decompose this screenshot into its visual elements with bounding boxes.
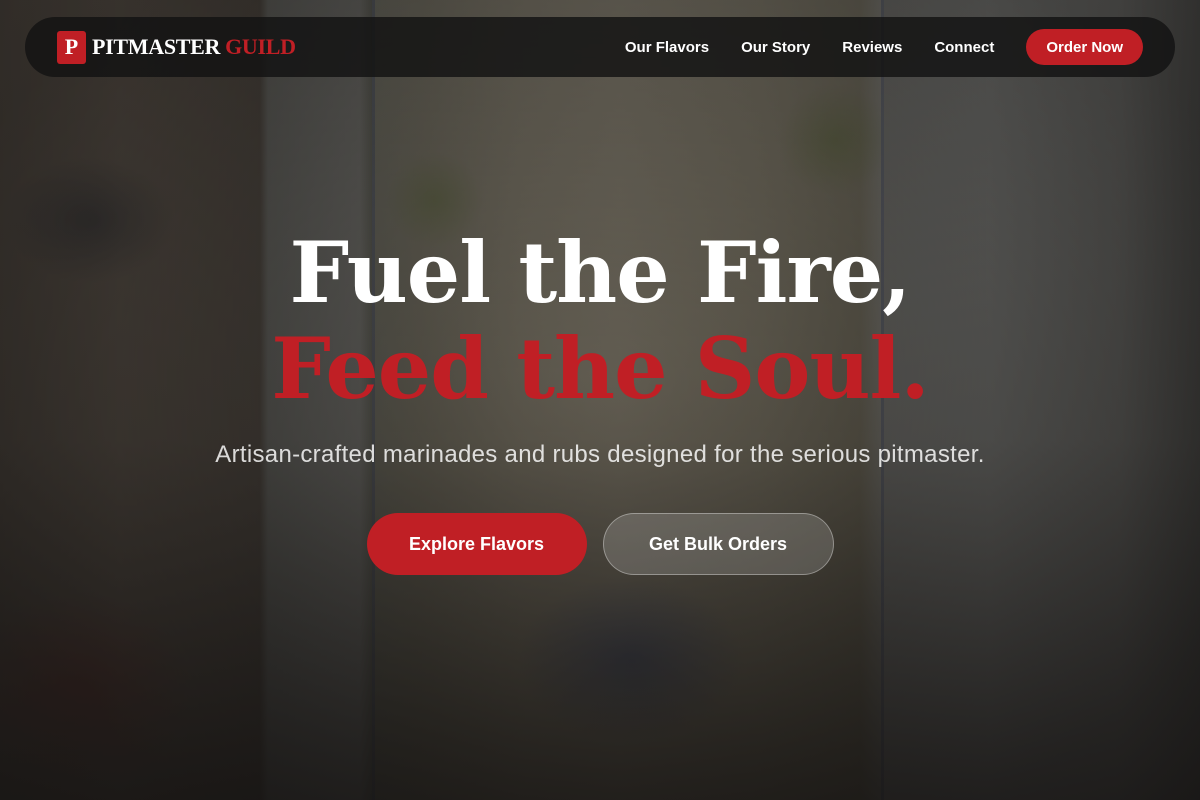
hero-section: Fuel the Fire, Feed the Soul. Artisan-cr… <box>0 225 1200 575</box>
explore-flavors-button[interactable]: Explore Flavors <box>366 513 587 575</box>
hero-actions: Explore Flavors Get Bulk Orders <box>0 513 1200 575</box>
brand-name-part2: GUILD <box>225 34 296 59</box>
brand-mark-icon: P <box>57 30 86 64</box>
nav-link-our-flavors[interactable]: Our Flavors <box>609 39 725 56</box>
nav-link-reviews[interactable]: Reviews <box>826 39 918 56</box>
brand-logo[interactable]: P PITMASTER GUILD <box>57 30 296 64</box>
hero-headline-line2: Feed the Soul. <box>271 319 929 418</box>
order-now-button[interactable]: Order Now <box>1026 29 1143 65</box>
brand-name-part1: PITMASTER <box>92 34 221 59</box>
navbar: P PITMASTER GUILD Our Flavors Our Story … <box>25 17 1175 77</box>
get-bulk-orders-button[interactable]: Get Bulk Orders <box>602 513 834 575</box>
hero-headline-line1: Fuel the Fire, <box>289 223 912 322</box>
brand-name: PITMASTER GUILD <box>92 34 296 60</box>
hero-subtitle: Artisan-crafted marinades and rubs desig… <box>215 441 985 468</box>
nav-link-connect[interactable]: Connect <box>918 39 1010 56</box>
hero-headline: Fuel the Fire, Feed the Soul. <box>0 225 1200 417</box>
nav-links: Our Flavors Our Story Reviews Connect Or… <box>609 29 1143 65</box>
nav-link-our-story[interactable]: Our Story <box>725 39 826 56</box>
